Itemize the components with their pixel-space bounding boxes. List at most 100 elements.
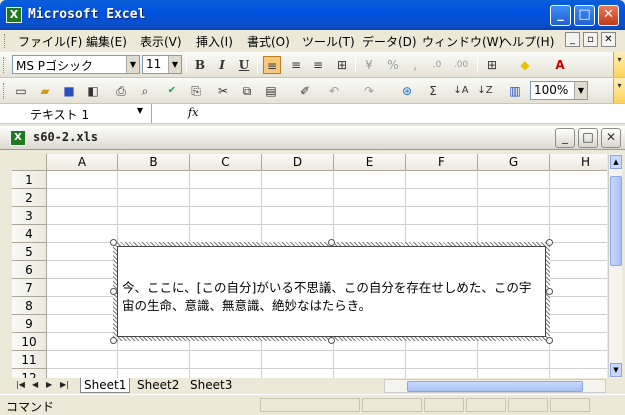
- menu-insert[interactable]: 挿入(I): [196, 33, 233, 50]
- row-header-8[interactable]: 8: [12, 297, 47, 315]
- chevron-down-icon[interactable]: ▼: [574, 82, 587, 99]
- column-header-b[interactable]: B: [118, 154, 190, 171]
- increase-decimal-icon[interactable]: .0: [428, 56, 446, 74]
- copy-icon[interactable]: ⧉: [238, 82, 256, 100]
- insert-function-icon[interactable]: fx: [188, 106, 198, 119]
- maximize-button[interactable]: □: [574, 5, 595, 26]
- mdi-minimize-button[interactable]: _: [565, 32, 580, 47]
- next-sheet-icon[interactable]: ▶: [46, 380, 52, 389]
- horizontal-scroll-thumb[interactable]: [407, 381, 583, 392]
- toolbar-options-icon[interactable]: ▾: [613, 52, 625, 77]
- autosum-icon[interactable]: Σ: [424, 82, 442, 100]
- chevron-down-icon[interactable]: ▼: [126, 56, 139, 73]
- fill-color-icon[interactable]: ◆: [516, 56, 534, 74]
- row-header-5[interactable]: 5: [12, 243, 47, 261]
- row-header-12[interactable]: 12: [12, 369, 47, 378]
- workbook-minimize-button[interactable]: _: [555, 128, 575, 148]
- row-header-10[interactable]: 10: [12, 333, 47, 351]
- menu-tools[interactable]: ツール(T): [302, 33, 355, 50]
- print-preview-icon[interactable]: ⌕: [136, 82, 154, 100]
- scroll-up-icon[interactable]: ▲: [610, 155, 622, 169]
- permission-icon[interactable]: ◧: [84, 82, 102, 100]
- bold-icon[interactable]: B: [191, 56, 209, 74]
- sort-ascending-icon[interactable]: ↓A: [452, 82, 470, 100]
- sort-descending-icon[interactable]: ↓Z: [476, 82, 494, 100]
- sheet-tab-sheet3[interactable]: Sheet3: [187, 378, 235, 393]
- chevron-down-icon[interactable]: ▼: [137, 106, 143, 115]
- spelling-icon[interactable]: ✔: [163, 82, 181, 100]
- format-painter-icon[interactable]: ✐: [296, 82, 314, 100]
- resize-handle[interactable]: [546, 239, 553, 246]
- italic-icon[interactable]: I: [213, 56, 231, 74]
- row-header-6[interactable]: 6: [12, 261, 47, 279]
- row-header-1[interactable]: 1: [12, 171, 47, 189]
- align-right-icon[interactable]: ≡: [309, 56, 327, 74]
- comma-icon[interactable]: ,: [406, 56, 424, 74]
- resize-handle[interactable]: [546, 288, 553, 295]
- new-icon[interactable]: ▭: [12, 82, 30, 100]
- row-header-2[interactable]: 2: [12, 189, 47, 207]
- mdi-close-button[interactable]: ✕: [601, 32, 616, 47]
- cut-icon[interactable]: ✂: [214, 82, 232, 100]
- underline-icon[interactable]: U: [235, 56, 253, 74]
- resize-handle[interactable]: [110, 288, 117, 295]
- horizontal-scrollbar[interactable]: [384, 379, 606, 393]
- row-header-7[interactable]: 7: [12, 279, 47, 297]
- close-button[interactable]: ✕: [598, 5, 619, 26]
- zoom-combo[interactable]: 100% ▼: [530, 81, 588, 100]
- currency-icon[interactable]: ¥: [360, 56, 378, 74]
- menu-edit[interactable]: 編集(E): [86, 33, 127, 50]
- sheet-tab-sheet1[interactable]: Sheet1: [80, 378, 131, 393]
- undo-icon[interactable]: ↶: [325, 82, 343, 100]
- research-icon[interactable]: ⎘: [187, 82, 205, 100]
- menu-grip[interactable]: [4, 34, 7, 48]
- align-left-icon[interactable]: ≡: [263, 56, 281, 74]
- text-box-content[interactable]: 今、ここに、[この自分]がいる不思議、この自分を存在せしめた、この宇宙の生命、意…: [117, 246, 546, 337]
- resize-handle[interactable]: [546, 337, 553, 344]
- toolbar-grip[interactable]: [3, 57, 6, 73]
- column-header-g[interactable]: G: [478, 154, 550, 171]
- paste-icon[interactable]: ▤: [262, 82, 280, 100]
- resize-handle[interactable]: [328, 239, 335, 246]
- first-sheet-icon[interactable]: |◀: [16, 380, 25, 389]
- chevron-down-icon[interactable]: ▼: [168, 56, 181, 73]
- workbook-close-button[interactable]: ✕: [601, 128, 621, 148]
- menu-data[interactable]: データ(D): [362, 33, 417, 50]
- column-header-a[interactable]: A: [47, 154, 118, 171]
- open-icon[interactable]: ▰: [36, 82, 54, 100]
- toolbar-options-icon[interactable]: ▾: [613, 78, 625, 103]
- save-icon[interactable]: ■: [60, 82, 78, 100]
- row-header-4[interactable]: 4: [12, 225, 47, 243]
- print-icon[interactable]: ⎙: [112, 82, 130, 100]
- redo-icon[interactable]: ↷: [360, 82, 378, 100]
- merge-center-icon[interactable]: ⊞: [333, 56, 351, 74]
- column-header-c[interactable]: C: [190, 154, 262, 171]
- vertical-scrollbar[interactable]: ▲ ▼: [608, 154, 622, 378]
- percent-icon[interactable]: %: [384, 56, 402, 74]
- menu-file[interactable]: ファイル(F): [18, 33, 82, 50]
- row-header-9[interactable]: 9: [12, 315, 47, 333]
- column-header-d[interactable]: D: [262, 154, 334, 171]
- font-color-icon[interactable]: A: [551, 56, 569, 74]
- workbook-maximize-button[interactable]: □: [578, 128, 598, 148]
- row-header-11[interactable]: 11: [12, 351, 47, 369]
- menu-window[interactable]: ウィンドウ(W): [422, 33, 503, 50]
- menu-view[interactable]: 表示(V): [140, 33, 182, 50]
- resize-handle[interactable]: [110, 239, 117, 246]
- column-header-e[interactable]: E: [334, 154, 406, 171]
- select-all-corner[interactable]: [12, 154, 47, 171]
- chart-wizard-icon[interactable]: ▥: [506, 82, 524, 100]
- toolbar-grip[interactable]: [3, 83, 6, 99]
- borders-icon[interactable]: ⊞: [483, 56, 501, 74]
- text-box[interactable]: 今、ここに、[この自分]がいる不思議、この自分を存在せしめた、この宇宙の生命、意…: [110, 239, 553, 344]
- mdi-restore-button[interactable]: ▫: [583, 32, 598, 47]
- decrease-decimal-icon[interactable]: .00: [452, 56, 470, 74]
- font-size-combo[interactable]: 11 ▼: [142, 55, 182, 74]
- align-center-icon[interactable]: ≡: [287, 56, 305, 74]
- scroll-down-icon[interactable]: ▼: [610, 363, 622, 377]
- column-header-f[interactable]: F: [406, 154, 478, 171]
- font-name-combo[interactable]: MS Pゴシック ▼: [12, 55, 140, 74]
- hyperlink-icon[interactable]: ⊛: [398, 82, 416, 100]
- row-header-3[interactable]: 3: [12, 207, 47, 225]
- column-header-h[interactable]: H: [550, 154, 607, 171]
